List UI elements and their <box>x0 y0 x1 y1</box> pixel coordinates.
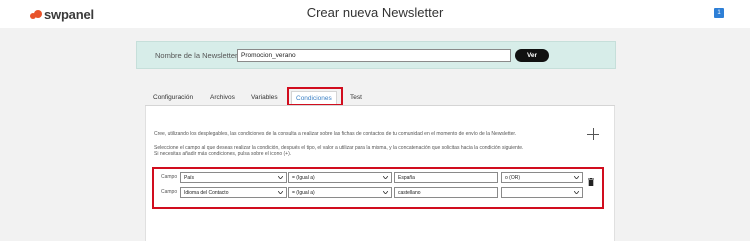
chevron-down-icon <box>383 191 388 194</box>
tab-configuracion[interactable]: Configuración <box>153 91 193 105</box>
tab-variables[interactable]: Variables <box>251 91 278 105</box>
plus-icon[interactable] <box>587 128 599 140</box>
condition-field-value: Idioma del Contacto <box>184 190 229 196</box>
condition-concat-select[interactable] <box>501 187 583 198</box>
condition-operator-value: = (Igual a) <box>292 175 315 181</box>
condition-value-input[interactable]: castellano <box>394 187 498 198</box>
condition-value-input[interactable]: España <box>394 172 498 183</box>
top-bar: swpanel Crear nueva Newsletter 1 <box>0 0 750 28</box>
condition-field-select[interactable]: Idioma del Contacto <box>180 187 287 198</box>
trash-icon[interactable] <box>588 173 594 186</box>
condition-field-value: País <box>184 175 195 181</box>
conditions-help-2: Si necesitas añadir más condiciones, pul… <box>154 151 292 157</box>
tab-archivos[interactable]: Archivos <box>210 91 235 105</box>
condition-row: Campo Idioma del Contacto = (Igual a) ca… <box>158 187 598 198</box>
user-badge[interactable]: 1 <box>714 8 724 18</box>
tab-test[interactable]: Test <box>350 91 362 105</box>
page-title: Crear nueva Newsletter <box>306 5 444 20</box>
tab-highlight-box <box>287 87 343 106</box>
chevron-down-icon <box>383 176 388 179</box>
condition-operator-select[interactable]: = (Igual a) <box>288 187 392 198</box>
condition-field-label: Campo <box>161 189 178 195</box>
condition-field-label: Campo <box>161 174 178 180</box>
ver-button[interactable]: Ver <box>515 49 549 62</box>
chevron-down-icon <box>278 176 283 179</box>
condition-field-select[interactable]: País <box>180 172 287 183</box>
newsletter-name-input[interactable]: Promocion_verano <box>237 49 511 62</box>
chevron-down-icon <box>574 176 579 179</box>
newsletter-name-panel: Nombre de la Newsletter Promocion_verano… <box>136 41 616 69</box>
newsletter-name-label: Nombre de la Newsletter <box>155 51 238 60</box>
condition-concat-select[interactable]: o (OR) <box>501 172 583 183</box>
condition-concat-value: o (OR) <box>505 175 520 181</box>
condition-row: Campo País = (Igual a) España o (OR) <box>158 172 598 183</box>
chevron-down-icon <box>278 191 283 194</box>
conditions-intro: Cree, utilizando los desplegables, las c… <box>154 131 517 137</box>
tab-bar: Configuración Archivos Variables Condici… <box>145 91 615 106</box>
chevron-down-icon <box>574 191 579 194</box>
condition-operator-select[interactable]: = (Igual a) <box>288 172 392 183</box>
condition-operator-value: = (Igual a) <box>292 190 315 196</box>
